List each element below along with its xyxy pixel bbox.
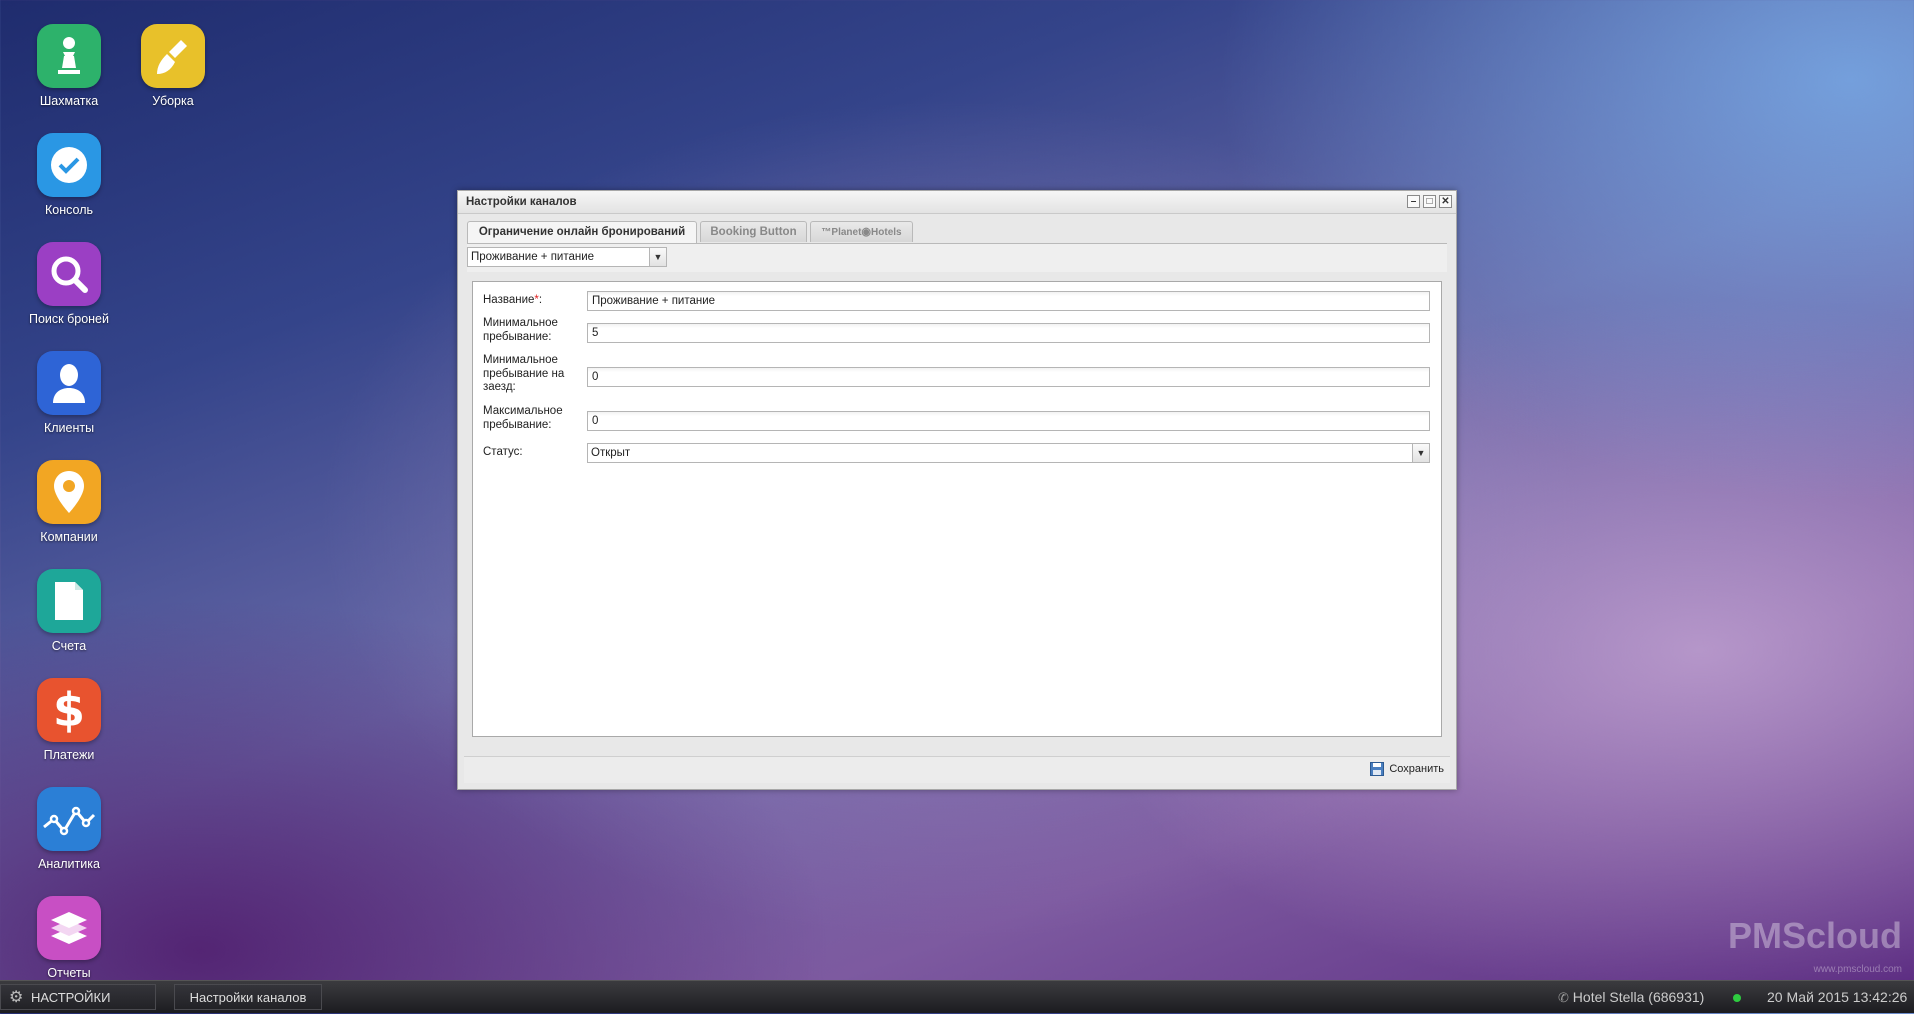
broom-icon [141,24,205,88]
tab-online-booking-restrictions[interactable]: Ограничение онлайн бронирований [467,221,697,243]
magnifier-icon [37,242,101,306]
hotel-name: Hotel Stella (686931) [1572,989,1705,1005]
tariff-selector-value: Проживание + питание [471,251,595,263]
desktop-icon-payments[interactable]: $ Платежи [14,678,124,762]
gear-icon: ⚙ [9,989,24,1006]
start-button-label: НАСТРОЙКИ [31,990,111,1005]
tab-bar: Ограничение онлайн бронирований Booking … [467,221,1447,244]
name-label-colon: : [538,294,543,306]
name-label-text: Название [483,294,535,306]
min-stay-arrival-label: Минимальное пребывание на заезд: [483,354,565,393]
globe-icon: ◉ [861,226,872,238]
desktop-icon-companies[interactable]: Компании [14,460,124,544]
brand-cloud: cloud [1806,915,1902,956]
close-icon[interactable]: ✕ [1439,195,1452,208]
chess-pawn-icon [37,24,101,88]
desktop-icon-label: Шахматка [39,94,99,108]
floppy-disk-icon [1370,762,1385,776]
tab-label: Ограничение онлайн бронирований [478,226,686,238]
desktop-icon-label: Поиск броней [28,312,109,326]
desktop-icon-clients[interactable]: Клиенты [14,351,124,435]
status-label: Статус: [483,446,523,458]
books-icon [37,896,101,960]
status-select-value: Открыт [591,447,631,459]
desktop-icon-booking-search[interactable]: Поиск броней [14,242,124,326]
tariff-selector[interactable]: Проживание + питание ▼ [467,247,667,267]
line-chart-icon [37,787,101,851]
document-icon [37,569,101,633]
desktop-icon-label: Платежи [43,748,95,762]
person-icon [37,351,101,415]
planet-hotels-logo: ™Planet◉Hotels [821,226,902,238]
chevron-down-icon[interactable]: ▼ [649,248,666,266]
desktop-icon-label: Аналитика [38,857,100,871]
minimize-icon[interactable]: – [1407,195,1420,208]
restriction-form: Название*: Проживание + питание Минималь… [472,281,1442,737]
desktop-icon-label: Уборка [152,94,194,108]
chevron-down-icon[interactable]: ▼ [1412,444,1429,462]
logo-text-planet: ™Planet [821,227,862,238]
logo-text-hotels: Hotels [871,227,902,238]
desktop-icon-label: Консоль [44,203,93,217]
brand-pms: PMS [1727,915,1806,956]
checkmark-icon [37,133,101,197]
desktop-icon-invoices[interactable]: Счета [14,569,124,653]
start-button[interactable]: ⚙ НАСТРОЙКИ [0,984,156,1010]
desktop-icon-label: Компании [40,530,98,544]
desktop-icon-label: Счета [51,639,87,653]
clock: 20 Май 2015 13:42:26 [1767,989,1908,1005]
desktop-icon-label: Клиенты [43,421,95,435]
save-button[interactable]: Сохранить [1370,762,1444,776]
phone-icon: ✆ [1558,990,1569,1005]
connection-status-indicator [1733,981,1741,1013]
window-title: Настройки каналов [466,196,577,208]
desktop-icon-reports[interactable]: Отчеты [14,896,124,980]
name-field[interactable]: Проживание + питание [587,291,1430,311]
desktop-icon-chessboard[interactable]: Шахматка [14,24,124,108]
channel-settings-window: Настройки каналов – □ ✕ Ограничение онла… [457,190,1457,790]
taskbar-window-label: Настройки каналов [189,990,307,1005]
desktop-icon-cleaning[interactable]: Уборка [118,24,228,108]
window-footer: Сохранить [464,756,1450,783]
dollar-icon: $ [37,678,101,742]
desktop-icon-label: Отчеты [47,966,91,980]
tab-planet-hotels[interactable]: ™Planet◉Hotels [810,221,913,242]
name-label: Название*: [483,294,571,308]
taskbar: ⚙ НАСТРОЙКИ Настройки каналов ✆ Hotel St… [0,980,1914,1013]
status-dot-icon [1733,994,1741,1002]
save-button-label: Сохранить [1389,763,1444,775]
max-stay-field[interactable]: 0 [587,411,1430,431]
tab-label: Booking Button [710,226,797,238]
maximize-icon[interactable]: □ [1423,195,1436,208]
window-titlebar[interactable]: Настройки каналов – □ ✕ [458,191,1456,214]
hotel-indicator[interactable]: ✆ Hotel Stella (686931) [1558,981,1704,1013]
selector-bar: Проживание + питание ▼ [467,244,1447,272]
desktop-icon-analytics[interactable]: Аналитика [14,787,124,871]
min-stay-arrival-field[interactable]: 0 [587,367,1430,387]
max-stay-label: Максимальное пребывание: [483,405,563,431]
taskbar-window-button[interactable]: Настройки каналов [174,984,322,1010]
map-pin-icon [37,460,101,524]
min-stay-label: Минимальное пребывание: [483,317,558,343]
tab-booking-button[interactable]: Booking Button [700,221,807,242]
brand-url: www.pmscloud.com [1813,964,1902,975]
desktop-icon-console[interactable]: Консоль [14,133,124,217]
status-select[interactable]: Открыт ▼ [587,443,1430,463]
min-stay-field[interactable]: 5 [587,323,1430,343]
pms-cloud-watermark: PMScloud www.pmscloud.com [1727,915,1902,976]
